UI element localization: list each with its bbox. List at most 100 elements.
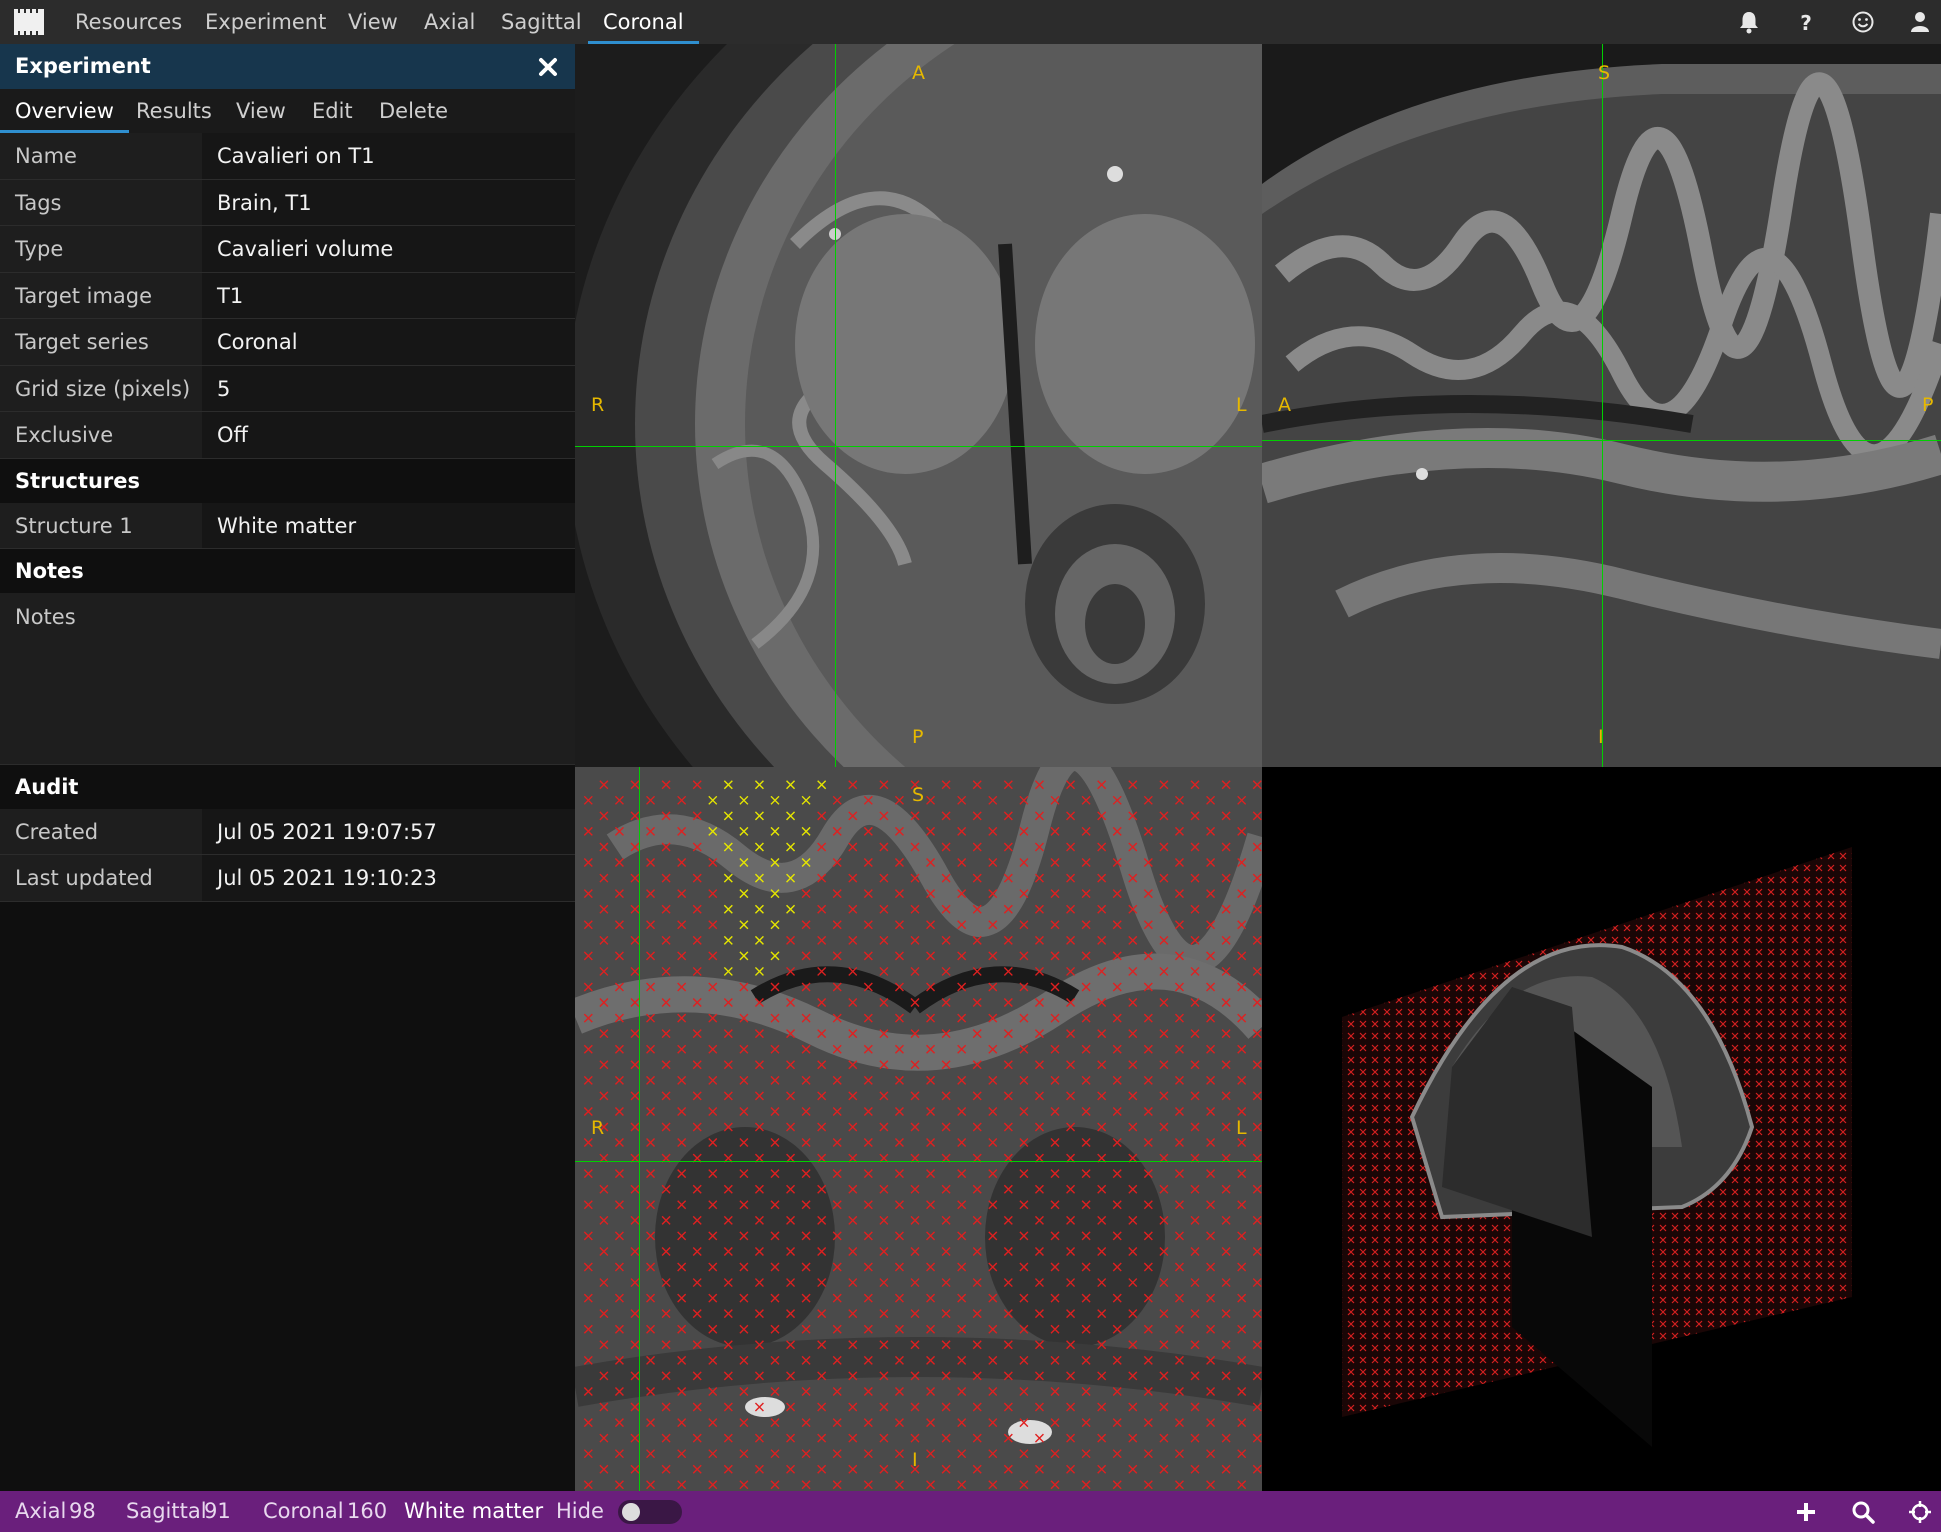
grid-point-marker[interactable]: [1221, 966, 1231, 976]
grid-point-marker[interactable]: [723, 1371, 733, 1381]
grid-point-marker[interactable]: [583, 1169, 593, 1179]
grid-point-marker[interactable]: [770, 1013, 780, 1023]
grid-point-marker[interactable]: [832, 889, 842, 899]
grid-point-marker[interactable]: [614, 1386, 624, 1396]
grid-point-marker[interactable]: [630, 1091, 640, 1101]
grid-point-marker[interactable]: [661, 1278, 671, 1288]
grid-point-marker[interactable]: [1190, 998, 1200, 1008]
grid-point-marker[interactable]: [926, 951, 936, 961]
grid-point-marker[interactable]: [957, 1231, 967, 1241]
selected-point-marker[interactable]: [723, 842, 733, 852]
grid-point-marker[interactable]: [1066, 1433, 1076, 1443]
grid-point-marker[interactable]: [583, 1138, 593, 1148]
grid-point-marker[interactable]: [708, 1386, 718, 1396]
grid-point-marker[interactable]: [1019, 889, 1029, 899]
grid-point-marker[interactable]: [1097, 1091, 1107, 1101]
grid-point-marker[interactable]: [646, 1044, 656, 1054]
grid-point-marker[interactable]: [1034, 873, 1044, 883]
grid-point-marker[interactable]: [1081, 1418, 1091, 1428]
grid-point-marker[interactable]: [770, 1480, 780, 1490]
grid-point-marker[interactable]: [910, 1340, 920, 1350]
grid-point-marker[interactable]: [1159, 842, 1169, 852]
grid-point-marker[interactable]: [879, 842, 889, 852]
grid-point-marker[interactable]: [848, 811, 858, 821]
grid-point-marker[interactable]: [614, 1324, 624, 1334]
grid-point-marker[interactable]: [708, 1200, 718, 1210]
grid-point-marker[interactable]: [894, 1418, 904, 1428]
grid-point-marker[interactable]: [926, 1075, 936, 1085]
grid-point-marker[interactable]: [677, 858, 687, 868]
grid-point-marker[interactable]: [926, 889, 936, 899]
grid-point-marker[interactable]: [863, 1231, 873, 1241]
grid-point-marker[interactable]: [1190, 1402, 1200, 1412]
grid-point-marker[interactable]: [1097, 1309, 1107, 1319]
grid-point-marker[interactable]: [957, 1418, 967, 1428]
grid-point-marker[interactable]: [739, 1324, 749, 1334]
grid-point-marker[interactable]: [1003, 842, 1013, 852]
grid-point-marker[interactable]: [817, 1278, 827, 1288]
grid-point-marker[interactable]: [817, 1060, 827, 1070]
grid-point-marker[interactable]: [801, 1386, 811, 1396]
grid-point-marker[interactable]: [1174, 889, 1184, 899]
grid-point-marker[interactable]: [1190, 1464, 1200, 1474]
grid-point-marker[interactable]: [957, 1044, 967, 1054]
grid-point-marker[interactable]: [1190, 1278, 1200, 1288]
grid-point-marker[interactable]: [988, 1386, 998, 1396]
grid-point-marker[interactable]: [677, 1262, 687, 1272]
grid-point-marker[interactable]: [754, 1464, 764, 1474]
close-icon[interactable]: [536, 55, 560, 79]
grid-point-marker[interactable]: [754, 1060, 764, 1070]
grid-point-marker[interactable]: [1143, 1480, 1153, 1490]
grid-point-marker[interactable]: [692, 780, 702, 790]
grid-point-marker[interactable]: [614, 1293, 624, 1303]
grid-point-marker[interactable]: [941, 873, 951, 883]
grid-point-marker[interactable]: [754, 1122, 764, 1132]
grid-point-marker[interactable]: [1019, 1449, 1029, 1459]
grid-point-marker[interactable]: [739, 1480, 749, 1490]
grid-point-marker[interactable]: [941, 1402, 951, 1412]
grid-point-marker[interactable]: [677, 982, 687, 992]
grid-point-marker[interactable]: [1097, 873, 1107, 883]
grid-point-marker[interactable]: [941, 1215, 951, 1225]
selected-point-marker[interactable]: [801, 858, 811, 868]
grid-point-marker[interactable]: [754, 1246, 764, 1256]
grid-point-marker[interactable]: [1190, 966, 1200, 976]
grid-point-marker[interactable]: [879, 1060, 889, 1070]
grid-point-marker[interactable]: [1237, 1169, 1247, 1179]
grid-point-marker[interactable]: [832, 1480, 842, 1490]
grid-point-marker[interactable]: [692, 842, 702, 852]
grid-point-marker[interactable]: [770, 982, 780, 992]
grid-point-marker[interactable]: [661, 842, 671, 852]
grid-point-marker[interactable]: [957, 795, 967, 805]
grid-point-marker[interactable]: [1019, 1231, 1029, 1241]
grid-point-marker[interactable]: [770, 1449, 780, 1459]
grid-point-marker[interactable]: [646, 920, 656, 930]
grid-point-marker[interactable]: [957, 1138, 967, 1148]
grid-point-marker[interactable]: [661, 780, 671, 790]
grid-point-marker[interactable]: [661, 1371, 671, 1381]
grid-point-marker[interactable]: [1097, 966, 1107, 976]
grid-point-marker[interactable]: [988, 1262, 998, 1272]
grid-point-marker[interactable]: [708, 1480, 718, 1490]
grid-point-marker[interactable]: [1252, 1340, 1262, 1350]
grid-point-marker[interactable]: [957, 1480, 967, 1490]
grid-point-marker[interactable]: [1097, 1122, 1107, 1132]
grid-point-marker[interactable]: [879, 1309, 889, 1319]
grid-point-marker[interactable]: [1237, 920, 1247, 930]
grid-point-marker[interactable]: [1174, 1138, 1184, 1148]
grid-point-marker[interactable]: [677, 889, 687, 899]
grid-point-marker[interactable]: [646, 1293, 656, 1303]
grid-point-marker[interactable]: [1190, 1122, 1200, 1132]
grid-point-marker[interactable]: [630, 1464, 640, 1474]
grid-point-marker[interactable]: [1019, 1293, 1029, 1303]
grid-point-marker[interactable]: [1159, 998, 1169, 1008]
grid-point-marker[interactable]: [630, 842, 640, 852]
grid-point-marker[interactable]: [1034, 1340, 1044, 1350]
grid-point-marker[interactable]: [988, 1200, 998, 1210]
grid-point-marker[interactable]: [1112, 826, 1122, 836]
selected-point-marker[interactable]: [754, 966, 764, 976]
grid-point-marker[interactable]: [1034, 1091, 1044, 1101]
grid-point-marker[interactable]: [677, 1106, 687, 1116]
grid-point-marker[interactable]: [1252, 966, 1262, 976]
grid-point-marker[interactable]: [1174, 1449, 1184, 1459]
